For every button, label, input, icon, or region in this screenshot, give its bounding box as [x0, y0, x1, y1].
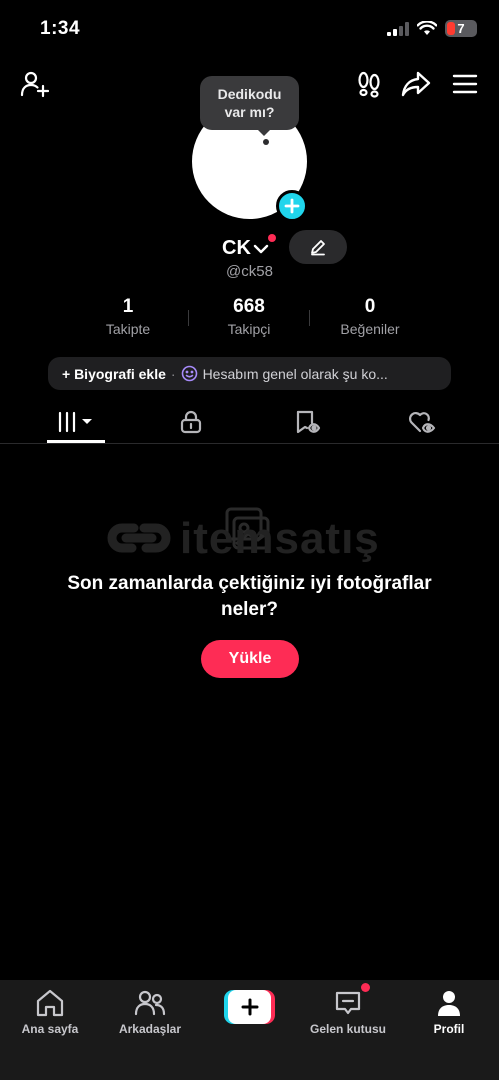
status-bar: 1:34 7: [0, 0, 499, 60]
create-button[interactable]: [224, 990, 275, 1024]
tab-private[interactable]: [161, 400, 221, 443]
home-icon: [36, 989, 64, 1017]
battery-fill: [447, 22, 455, 35]
hamburger-menu-icon: [452, 74, 478, 94]
profile-stats: 1 Takipte 668 Takipçi 0 Beğeniler: [0, 296, 499, 342]
profile-screen: 1:34 7 Dedikodu var mı? CK @ck58 1 Takip…: [0, 0, 499, 1080]
wifi-icon: [417, 21, 437, 35]
nav-friends[interactable]: Arkadaşlar: [100, 988, 200, 1036]
stat-value: 0: [364, 296, 376, 317]
edit-profile-button[interactable]: [289, 230, 347, 264]
watermark: itemsatış: [104, 506, 404, 570]
status-time: 1:34: [40, 18, 81, 39]
stat-value: 1: [122, 296, 134, 317]
tab-liked[interactable]: [392, 400, 452, 443]
footprints-icon: [358, 71, 380, 98]
nav-label: Ana sayfa: [21, 1022, 79, 1036]
empty-state-title: Son zamanlarda çektiğiniz iyi fotoğrafla…: [67, 573, 432, 620]
stat-label: Beğeniler: [340, 321, 400, 337]
active-tab-indicator: [47, 440, 105, 443]
friends-icon: [134, 990, 166, 1016]
create-button-face: [228, 990, 271, 1024]
battery-indicator: 7: [445, 20, 477, 37]
nav-label: Gelen kutusu: [309, 1022, 386, 1036]
tab-reposts[interactable]: [278, 400, 338, 443]
pencil-icon: [311, 240, 325, 256]
smiley-icon: [181, 365, 197, 382]
display-name-row[interactable]: CK: [222, 234, 276, 262]
avatar-dot: [263, 139, 269, 145]
upload-button[interactable]: Yükle: [201, 640, 299, 678]
add-friend-button[interactable]: [16, 66, 52, 102]
username: @ck58: [226, 263, 273, 280]
watermark-logo-icon: [107, 523, 171, 553]
nav-label: Arkadaşlar: [118, 1022, 182, 1036]
chevron-down-icon: [253, 244, 269, 254]
tab-videos[interactable]: [46, 400, 106, 443]
notification-dot: [268, 234, 276, 242]
signal-icon: [387, 21, 409, 36]
bio-separator: ·: [170, 365, 176, 382]
grid-icon: [58, 411, 92, 432]
stat-following[interactable]: 1 Takipte: [58, 296, 198, 337]
share-profile-button[interactable]: [398, 66, 434, 102]
stat-label: Takipçi: [227, 321, 271, 337]
lock-icon: [180, 410, 202, 433]
stat-value: 668: [233, 296, 265, 317]
menu-button[interactable]: [447, 66, 483, 102]
nav-profile[interactable]: Profil: [399, 988, 499, 1036]
stat-followers[interactable]: 668 Takipçi: [179, 296, 319, 337]
watermark-text: itemsatış: [180, 514, 380, 563]
footprints-button[interactable]: [351, 66, 387, 102]
content-tabs: [0, 400, 499, 444]
plus-icon: [241, 998, 258, 1016]
add-user-icon: [20, 71, 49, 98]
gossip-tooltip[interactable]: Dedikodu var mı?: [200, 76, 299, 130]
tooltip-tail: [256, 128, 272, 136]
battery-level: 7: [457, 21, 465, 36]
inbox-icon: [335, 991, 361, 1015]
share-icon: [401, 71, 431, 97]
add-story-button[interactable]: [276, 190, 308, 222]
add-bio-button[interactable]: + Biyografi ekle: [62, 366, 166, 382]
display-name: CK: [222, 236, 251, 259]
bio-prompt: Hesabım genel olarak şu ko...: [202, 365, 388, 382]
liked-icon: [408, 411, 436, 433]
status-icons: 7: [387, 20, 477, 37]
profile-icon: [438, 991, 460, 1016]
nav-home[interactable]: Ana sayfa: [0, 988, 100, 1036]
nav-label: Profil: [433, 1022, 465, 1036]
bookmark-icon: [296, 410, 321, 433]
stat-label: Takipte: [105, 321, 151, 337]
nav-inbox[interactable]: Gelen kutusu: [298, 988, 398, 1036]
bio-bar[interactable]: + Biyografi ekle · Hesabım genel olarak …: [48, 357, 451, 390]
stat-likes[interactable]: 0 Beğeniler: [300, 296, 440, 337]
inbox-notification-dot: [361, 983, 370, 992]
plus-icon: [284, 198, 300, 214]
